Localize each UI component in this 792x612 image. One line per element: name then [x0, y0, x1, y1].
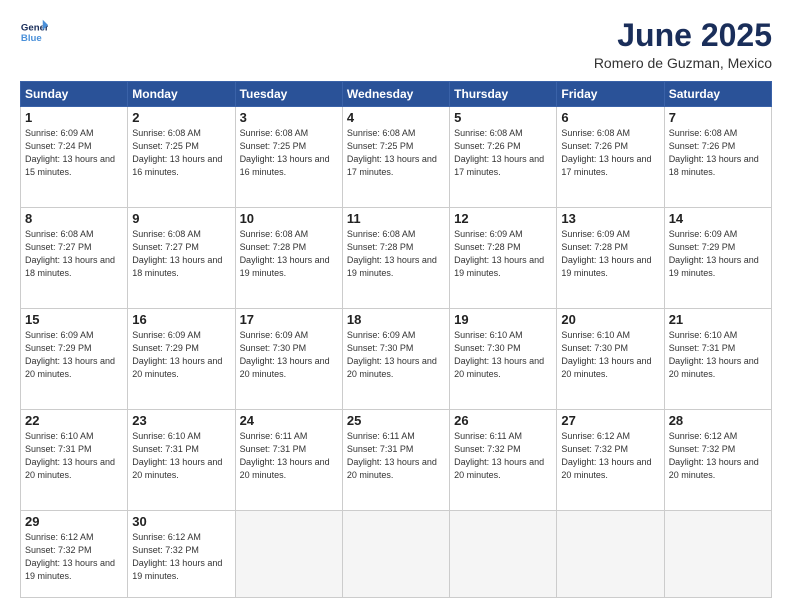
table-row: 12Sunrise: 6:09 AMSunset: 7:28 PMDayligh… — [450, 208, 557, 309]
table-row — [235, 510, 342, 597]
calendar-header-row: Sunday Monday Tuesday Wednesday Thursday… — [21, 82, 772, 107]
svg-text:Blue: Blue — [21, 33, 42, 44]
table-row: 29Sunrise: 6:12 AMSunset: 7:32 PMDayligh… — [21, 510, 128, 597]
title-block: June 2025 Romero de Guzman, Mexico — [594, 18, 772, 71]
month-title: June 2025 — [594, 18, 772, 53]
page: General Blue June 2025 Romero de Guzman,… — [0, 0, 792, 612]
table-row — [450, 510, 557, 597]
table-row: 30Sunrise: 6:12 AMSunset: 7:32 PMDayligh… — [128, 510, 235, 597]
header-thursday: Thursday — [450, 82, 557, 107]
header-monday: Monday — [128, 82, 235, 107]
table-row: 15Sunrise: 6:09 AMSunset: 7:29 PMDayligh… — [21, 308, 128, 409]
table-row: 7Sunrise: 6:08 AMSunset: 7:26 PMDaylight… — [664, 107, 771, 208]
table-row: 16Sunrise: 6:09 AMSunset: 7:29 PMDayligh… — [128, 308, 235, 409]
table-row: 27Sunrise: 6:12 AMSunset: 7:32 PMDayligh… — [557, 409, 664, 510]
table-row: 1Sunrise: 6:09 AMSunset: 7:24 PMDaylight… — [21, 107, 128, 208]
table-row: 9Sunrise: 6:08 AMSunset: 7:27 PMDaylight… — [128, 208, 235, 309]
table-row: 14Sunrise: 6:09 AMSunset: 7:29 PMDayligh… — [664, 208, 771, 309]
table-row: 5Sunrise: 6:08 AMSunset: 7:26 PMDaylight… — [450, 107, 557, 208]
table-row: 3Sunrise: 6:08 AMSunset: 7:25 PMDaylight… — [235, 107, 342, 208]
logo-icon: General Blue — [20, 18, 48, 46]
table-row — [342, 510, 449, 597]
table-row: 2Sunrise: 6:08 AMSunset: 7:25 PMDaylight… — [128, 107, 235, 208]
table-row: 8Sunrise: 6:08 AMSunset: 7:27 PMDaylight… — [21, 208, 128, 309]
table-row: 23Sunrise: 6:10 AMSunset: 7:31 PMDayligh… — [128, 409, 235, 510]
table-row: 20Sunrise: 6:10 AMSunset: 7:30 PMDayligh… — [557, 308, 664, 409]
header-saturday: Saturday — [664, 82, 771, 107]
table-row: 19Sunrise: 6:10 AMSunset: 7:30 PMDayligh… — [450, 308, 557, 409]
table-row: 25Sunrise: 6:11 AMSunset: 7:31 PMDayligh… — [342, 409, 449, 510]
table-row: 26Sunrise: 6:11 AMSunset: 7:32 PMDayligh… — [450, 409, 557, 510]
calendar: Sunday Monday Tuesday Wednesday Thursday… — [20, 81, 772, 598]
header: General Blue June 2025 Romero de Guzman,… — [20, 18, 772, 71]
table-row: 17Sunrise: 6:09 AMSunset: 7:30 PMDayligh… — [235, 308, 342, 409]
table-row: 21Sunrise: 6:10 AMSunset: 7:31 PMDayligh… — [664, 308, 771, 409]
table-row — [664, 510, 771, 597]
table-row: 6Sunrise: 6:08 AMSunset: 7:26 PMDaylight… — [557, 107, 664, 208]
header-friday: Friday — [557, 82, 664, 107]
table-row: 24Sunrise: 6:11 AMSunset: 7:31 PMDayligh… — [235, 409, 342, 510]
table-row: 22Sunrise: 6:10 AMSunset: 7:31 PMDayligh… — [21, 409, 128, 510]
table-row: 18Sunrise: 6:09 AMSunset: 7:30 PMDayligh… — [342, 308, 449, 409]
header-wednesday: Wednesday — [342, 82, 449, 107]
location: Romero de Guzman, Mexico — [594, 55, 772, 71]
table-row: 4Sunrise: 6:08 AMSunset: 7:25 PMDaylight… — [342, 107, 449, 208]
table-row: 13Sunrise: 6:09 AMSunset: 7:28 PMDayligh… — [557, 208, 664, 309]
header-sunday: Sunday — [21, 82, 128, 107]
table-row: 28Sunrise: 6:12 AMSunset: 7:32 PMDayligh… — [664, 409, 771, 510]
header-tuesday: Tuesday — [235, 82, 342, 107]
table-row: 11Sunrise: 6:08 AMSunset: 7:28 PMDayligh… — [342, 208, 449, 309]
table-row — [557, 510, 664, 597]
logo: General Blue — [20, 18, 48, 46]
table-row: 10Sunrise: 6:08 AMSunset: 7:28 PMDayligh… — [235, 208, 342, 309]
